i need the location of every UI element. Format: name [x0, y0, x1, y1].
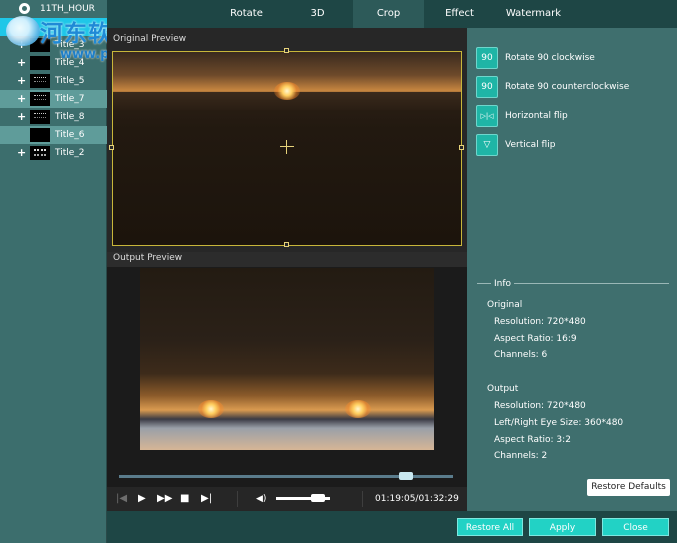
info-divider-left	[477, 283, 491, 284]
tab-bar: Rotate 3D Crop Effect Watermark	[211, 0, 677, 28]
tree-item-label: Title_5	[55, 76, 85, 86]
info-divider-right	[514, 283, 669, 284]
left-eye-view	[140, 268, 287, 450]
original-resolution: Resolution: 720*480	[494, 317, 586, 327]
fast-forward-icon[interactable]: ▶▶	[157, 493, 172, 505]
crop-handle-bottom[interactable]	[284, 242, 289, 247]
tab-effect[interactable]: Effect	[424, 0, 495, 28]
sun	[274, 82, 300, 100]
play-icon[interactable]: ▶	[138, 493, 146, 505]
stop-icon[interactable]: ■	[180, 493, 189, 505]
app-window: 11TH_HOUR + Title_3 + Title_4 + Title_5 …	[0, 0, 677, 543]
restore-all-button[interactable]: Restore All	[457, 518, 523, 536]
expand-icon[interactable]: +	[17, 144, 26, 162]
apply-button[interactable]: Apply	[529, 518, 596, 536]
title-thumbnail	[30, 128, 50, 142]
thumbnail-pattern	[34, 95, 46, 100]
thumbnail-pattern	[34, 77, 46, 82]
tab-watermark[interactable]: Watermark	[495, 0, 572, 28]
info-title: Info	[494, 279, 512, 289]
title-tree: 11TH_HOUR + Title_3 + Title_4 + Title_5 …	[0, 0, 107, 543]
rotate-cw-label[interactable]: Rotate 90 clockwise	[505, 53, 595, 63]
horizontal-flip-label[interactable]: Horizontal flip	[505, 111, 568, 121]
output-resolution: Resolution: 720*480	[494, 401, 586, 411]
output-video-frame	[140, 268, 434, 450]
output-channels: Channels: 2	[494, 451, 548, 461]
tree-item-label: Title_6	[55, 130, 85, 140]
time-readout: 01:19:05/01:32:29	[375, 494, 459, 504]
expand-icon[interactable]: +	[17, 90, 26, 108]
tree-item-title-5[interactable]: + Title_5	[0, 72, 107, 90]
tab-3d[interactable]: 3D	[282, 0, 353, 28]
previous-icon[interactable]: |◀	[116, 493, 127, 505]
sun	[345, 400, 371, 418]
rotate-ccw-icon[interactable]: 90	[476, 76, 498, 98]
watermark-logo-icon	[6, 16, 40, 46]
divider	[362, 491, 363, 507]
vertical-flip-label[interactable]: Vertical flip	[505, 140, 555, 150]
right-eye-view	[287, 268, 434, 450]
close-button[interactable]: Close	[602, 518, 669, 536]
next-icon[interactable]: ▶|	[201, 493, 212, 505]
tab-bar-spacer	[107, 0, 211, 28]
output-aspect-ratio: Aspect Ratio: 3:2	[494, 435, 571, 445]
tree-item-title-8[interactable]: + Title_8	[0, 108, 107, 126]
volume-knob[interactable]	[311, 494, 326, 502]
tree-item-title-7[interactable]: + Title_7	[0, 90, 107, 108]
thumbnail-pattern	[34, 149, 46, 156]
divider	[237, 491, 238, 507]
tab-rotate[interactable]: Rotate	[211, 0, 282, 28]
tree-item-label: Title_2	[55, 148, 85, 158]
crop-frame[interactable]	[112, 51, 462, 246]
rotate-cw-icon[interactable]: 90	[476, 47, 498, 69]
tree-item-title-6[interactable]: Title_6	[0, 126, 107, 144]
tree-item-label: Title_7	[55, 94, 85, 104]
tab-crop[interactable]: Crop	[353, 0, 424, 28]
seek-knob[interactable]	[399, 472, 414, 480]
disc-icon	[19, 3, 30, 14]
expand-icon[interactable]: +	[17, 72, 26, 90]
expand-icon[interactable]: +	[17, 54, 26, 72]
sun	[198, 400, 224, 418]
title-thumbnail	[30, 56, 50, 70]
output-preview-title: Output Preview	[113, 253, 183, 263]
original-heading: Original	[487, 300, 523, 310]
restore-defaults-button[interactable]: Restore Defaults	[587, 479, 670, 496]
crop-handle-left[interactable]	[109, 145, 114, 150]
horizontal-flip-icon[interactable]: ▷|◁	[476, 105, 498, 127]
volume-icon[interactable]: ◀)	[256, 493, 266, 505]
rotate-ccw-label[interactable]: Rotate 90 counterclockwise	[505, 82, 629, 92]
tree-item-label: Title_8	[55, 112, 85, 122]
crop-handle-top[interactable]	[284, 48, 289, 53]
original-preview-title: Original Preview	[113, 34, 187, 44]
crop-center-crosshair[interactable]	[280, 140, 294, 154]
output-eye-size: Left/Right Eye Size: 360*480	[494, 418, 624, 428]
original-aspect-ratio: Aspect Ratio: 16:9	[494, 334, 577, 344]
vertical-flip-icon[interactable]: ▽	[476, 134, 498, 156]
expand-icon[interactable]: +	[17, 108, 26, 126]
original-channels: Channels: 6	[494, 350, 548, 360]
tree-item-title-2[interactable]: + Title_2	[0, 144, 107, 162]
thumbnail-pattern	[34, 113, 46, 118]
crop-handle-right[interactable]	[459, 145, 464, 150]
output-heading: Output	[487, 384, 519, 394]
